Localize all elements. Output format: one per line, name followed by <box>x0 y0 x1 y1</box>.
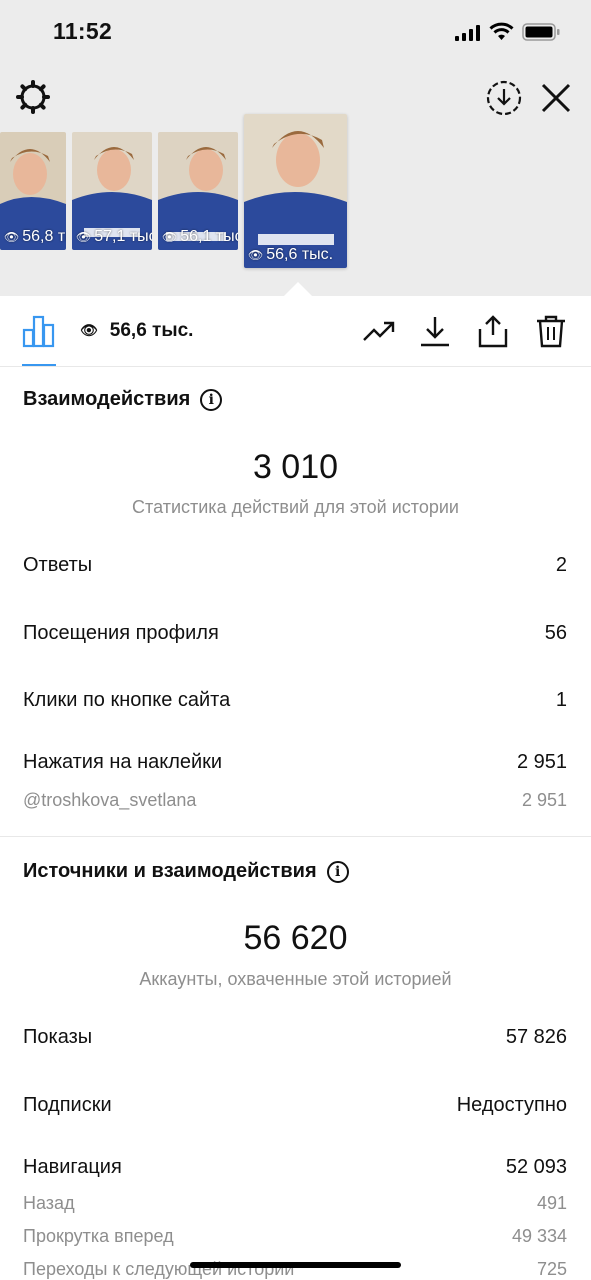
story-photo <box>244 114 347 268</box>
download-icon[interactable] <box>418 314 452 348</box>
info-icon[interactable]: i <box>326 861 349 883</box>
nav-label: Прокрутка вперед <box>23 1226 174 1246</box>
selected-pointer <box>284 282 312 296</box>
nav-value: 725 <box>536 1259 567 1279</box>
section-divider <box>0 836 591 837</box>
view-count: 👁 56,6 тыс. <box>80 320 194 341</box>
sticker-label: @troshkova_svetlana <box>23 790 197 810</box>
trash-icon[interactable] <box>534 314 568 348</box>
thumbnail-views: 👁56,1 тыс. <box>162 228 238 245</box>
save-download-icon[interactable] <box>486 80 522 116</box>
status-time: 11:52 <box>53 18 113 44</box>
active-tab-indicator <box>22 364 56 366</box>
story-thumbnail[interactable]: 👁57,1 тыс. <box>72 132 152 250</box>
discovery-total: 56 620 <box>243 919 348 957</box>
stat-label: Нажатия на наклейки <box>23 751 223 773</box>
story-thumbnail[interactable]: 👁56,8 тыс. <box>0 132 66 250</box>
stat-label: Посещения профиля <box>23 622 219 644</box>
discovery-title: Источники и взаимодействия i <box>23 860 349 884</box>
trending-up-icon[interactable] <box>362 314 396 348</box>
status-bar: 11:52 <box>0 0 591 64</box>
story-thumbnail[interactable]: 👁56,1 тыс. <box>158 132 238 250</box>
home-indicator[interactable] <box>190 1262 401 1268</box>
nav-value: 491 <box>536 1193 567 1213</box>
stat-value: 56 <box>544 622 567 644</box>
stat-value: 52 093 <box>505 1156 567 1178</box>
sticker-value: 2 951 <box>521 790 567 810</box>
share-icon[interactable] <box>476 314 510 348</box>
discovery-subtitle: Аккаунты, охваченные этой историей <box>139 969 452 989</box>
nav-value: 49 334 <box>511 1226 567 1246</box>
stat-label: Подписки <box>23 1094 112 1116</box>
info-icon[interactable]: i <box>200 389 223 411</box>
interactions-title: Взаимодействия i <box>23 388 223 412</box>
stat-label: Навигация <box>23 1156 122 1178</box>
stat-label: Показы <box>23 1026 93 1048</box>
nav-label: Назад <box>23 1193 75 1213</box>
stat-value: Недоступно <box>456 1094 567 1116</box>
eye-icon: 👁 <box>80 322 98 338</box>
close-icon[interactable] <box>540 82 572 114</box>
stat-value: 57 826 <box>505 1026 567 1048</box>
interactions-total: 3 010 <box>252 448 339 486</box>
stat-value: 2 951 <box>516 751 567 773</box>
thumbnail-views: 👁56,8 тыс. <box>4 228 66 245</box>
cellular-signal-icon <box>455 25 480 41</box>
wifi-icon <box>489 22 514 40</box>
battery-icon <box>522 23 560 41</box>
story-thumbnail-selected[interactable]: 👁 56,6 тыс. <box>244 114 347 268</box>
stat-label: Ответы <box>23 554 93 576</box>
interactions-subtitle: Статистика действий для этой истории <box>132 497 459 517</box>
thumbnail-views: 👁 56,6 тыс. <box>248 246 334 263</box>
bar-chart-icon[interactable] <box>22 314 56 348</box>
stat-label: Клики по кнопке сайта <box>23 689 231 711</box>
thumbnail-views: 👁57,1 тыс. <box>76 228 152 245</box>
settings-gear-icon[interactable] <box>16 80 50 114</box>
stat-value: 2 <box>555 554 567 576</box>
stat-value: 1 <box>555 689 567 711</box>
